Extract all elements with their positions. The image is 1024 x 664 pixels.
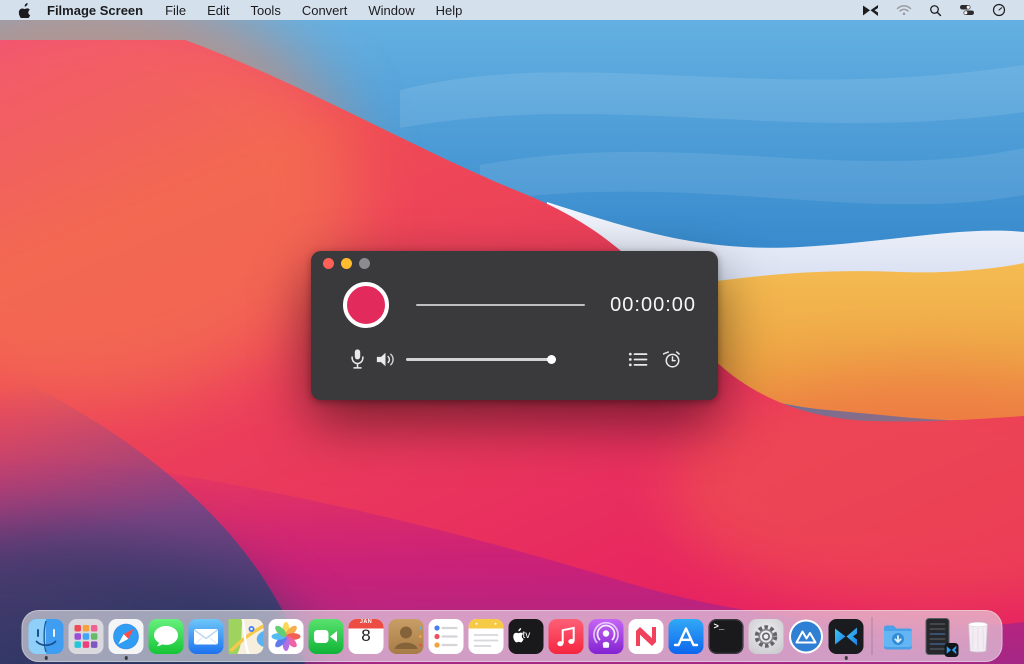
dock-item-finder[interactable] xyxy=(29,619,64,654)
facetime-icon xyxy=(309,619,344,654)
traffic-lights xyxy=(323,258,370,269)
speaker-icon[interactable] xyxy=(375,350,396,369)
menubar-app-name[interactable]: Filmage Screen xyxy=(47,3,143,18)
dock-item-notes[interactable] xyxy=(469,619,504,654)
menu-help[interactable]: Help xyxy=(436,3,463,18)
volume-track[interactable] xyxy=(406,358,556,361)
controls-row xyxy=(349,347,682,371)
filmage-mini-badge xyxy=(945,643,959,657)
close-button[interactable] xyxy=(323,258,334,269)
photos-icon xyxy=(269,619,304,654)
minimize-button[interactable] xyxy=(341,258,352,269)
volume-slider[interactable] xyxy=(406,353,556,365)
downloads-folder-icon xyxy=(881,619,916,654)
mail-icon xyxy=(189,619,224,654)
dock: JAN 8 xyxy=(22,610,1003,662)
news-icon xyxy=(629,619,664,654)
reminders-icon xyxy=(429,619,464,654)
launchpad-icon xyxy=(69,619,104,654)
dock-item-contacts[interactable] xyxy=(389,619,424,654)
dock-item-facetime[interactable] xyxy=(309,619,344,654)
apple-icon xyxy=(18,3,31,18)
dock-item-system-preferences[interactable] xyxy=(749,619,784,654)
dock-item-calendar[interactable]: JAN 8 xyxy=(349,619,384,654)
volume-thumb[interactable] xyxy=(547,355,556,364)
calendar-month-label: JAN xyxy=(349,619,384,625)
dock-item-mail[interactable] xyxy=(189,619,224,654)
microphone-icon[interactable] xyxy=(349,348,366,370)
running-indicator xyxy=(844,656,848,660)
dock-item-maps[interactable] xyxy=(229,619,264,654)
menubar-status-icons xyxy=(862,3,1006,17)
dock-item-downloads[interactable] xyxy=(881,619,916,654)
dock-item-minimized-window[interactable] xyxy=(921,619,956,654)
filmage-screen-icon xyxy=(829,619,864,654)
dock-item-trash[interactable] xyxy=(961,619,996,654)
dock-item-launchpad[interactable] xyxy=(69,619,104,654)
menu-convert[interactable]: Convert xyxy=(302,3,348,18)
terminal-prompt-glyph: >_ xyxy=(714,622,725,632)
podcasts-icon xyxy=(589,619,624,654)
music-icon xyxy=(549,619,584,654)
record-row: 00:00:00 xyxy=(343,282,696,328)
filmage-status-icon[interactable] xyxy=(862,4,879,17)
search-icon[interactable] xyxy=(929,4,942,17)
notes-icon xyxy=(469,619,504,654)
dock-item-music[interactable] xyxy=(549,619,584,654)
running-indicator xyxy=(124,656,128,660)
dock-item-safari[interactable] xyxy=(109,619,144,654)
dock-item-messages[interactable] xyxy=(149,619,184,654)
menu-tools[interactable]: Tools xyxy=(250,3,280,18)
control-center-icon[interactable] xyxy=(959,4,975,16)
dock-item-podcasts[interactable] xyxy=(589,619,624,654)
dock-item-mountain-app[interactable] xyxy=(789,619,824,654)
wifi-icon[interactable] xyxy=(896,4,912,16)
clock-icon[interactable] xyxy=(992,3,1006,17)
audio-level-line xyxy=(416,304,585,306)
dock-divider xyxy=(872,617,873,655)
filmage-recorder-window: 00:00:00 xyxy=(311,251,718,400)
zoom-button-disabled xyxy=(359,258,370,269)
timer-alarm-icon[interactable] xyxy=(663,350,682,369)
dock-item-appstore[interactable] xyxy=(669,619,704,654)
menu-window[interactable]: Window xyxy=(368,3,414,18)
safari-icon xyxy=(109,619,144,654)
dock-item-news[interactable] xyxy=(629,619,664,654)
mountain-app-icon xyxy=(789,619,824,654)
trash-icon xyxy=(961,619,996,654)
finder-icon xyxy=(29,619,64,654)
menu-file[interactable]: File xyxy=(165,3,186,18)
recording-list-icon[interactable] xyxy=(628,351,648,368)
apple-menu[interactable] xyxy=(18,3,31,18)
dock-item-filmage-screen[interactable] xyxy=(829,619,864,654)
record-button[interactable] xyxy=(343,282,389,328)
dock-item-reminders[interactable] xyxy=(429,619,464,654)
system-preferences-icon xyxy=(749,619,784,654)
recording-timer: 00:00:00 xyxy=(585,294,696,317)
running-indicator xyxy=(44,656,48,660)
dock-item-photos[interactable] xyxy=(269,619,304,654)
desktop: Filmage Screen File Edit Tools Convert W… xyxy=(0,0,1024,664)
menu-bar: Filmage Screen File Edit Tools Convert W… xyxy=(0,0,1024,20)
dock-item-terminal[interactable]: >_ xyxy=(709,619,744,654)
appletv-tv-label: tv xyxy=(523,630,531,641)
dock-item-appletv[interactable]: tv xyxy=(509,619,544,654)
menu-edit[interactable]: Edit xyxy=(207,3,229,18)
appstore-icon xyxy=(669,619,704,654)
calendar-day-label: 8 xyxy=(349,626,384,646)
messages-icon xyxy=(149,619,184,654)
contacts-icon xyxy=(389,619,424,654)
maps-icon xyxy=(229,619,264,654)
